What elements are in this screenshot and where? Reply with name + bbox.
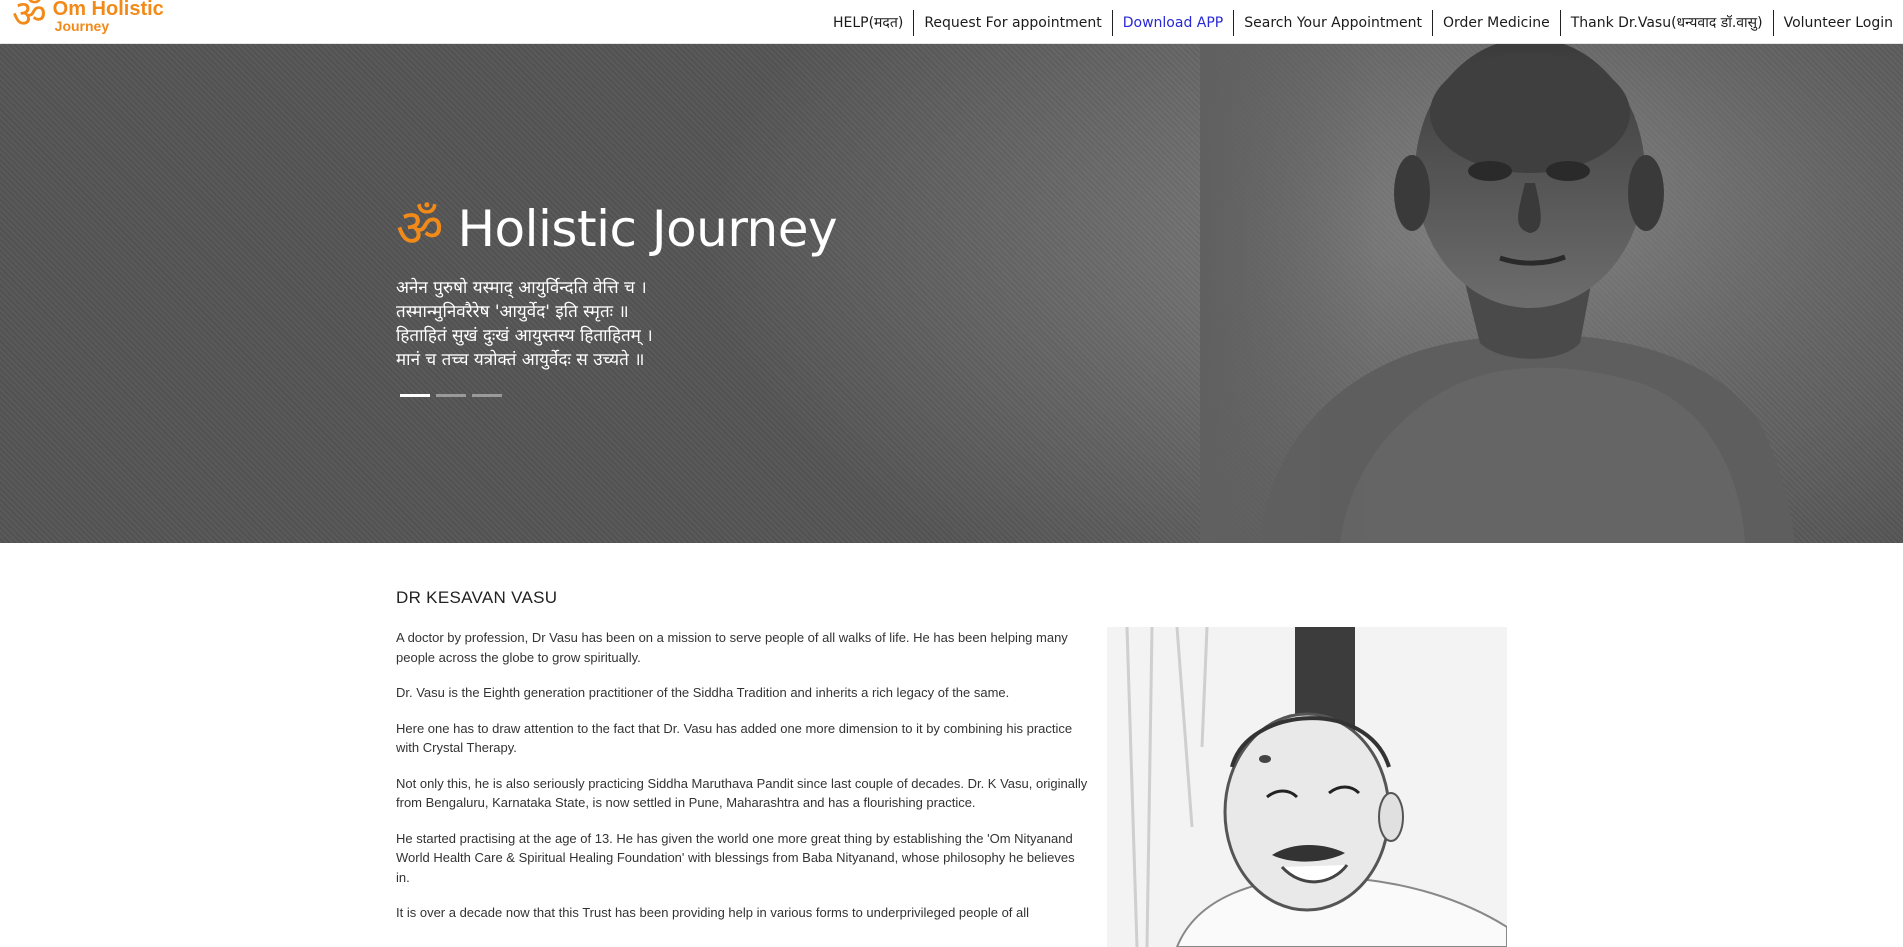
logo-line-2: Journey <box>54 18 110 34</box>
om-logo-icon: ॐ <box>12 0 47 36</box>
slide-indicator-1[interactable] <box>400 394 430 397</box>
bio-paragraph: Here one has to draw attention to the fa… <box>396 720 1073 756</box>
nav-order-medicine[interactable]: Order Medicine <box>1431 10 1560 36</box>
nav-help[interactable]: HELP(मदत) <box>823 10 913 36</box>
slide-indicator-3[interactable] <box>472 394 502 397</box>
logo-line-1: Om Holistic <box>52 0 164 20</box>
guru-portrait-image <box>1200 43 1903 543</box>
verse-line: हिताहितं सुखं दुःखं आयुस्तस्य हिताहितम् … <box>396 326 653 346</box>
bio-paragraph: Not only this, he is also seriously prac… <box>396 775 1088 811</box>
hero-title-text: Holistic Journey <box>457 200 838 258</box>
logo-text: Om Holistic Journey <box>53 0 164 33</box>
hero-title: ॐ Holistic Journey <box>396 199 838 259</box>
section-heading: DR KESAVAN VASU <box>396 588 558 607</box>
sanskrit-verse: अनेन पुरुषो यस्माद् आयुर्विन्दति वेत्ति … <box>396 276 653 372</box>
bio-text: A doctor by profession, Dr Vasu has been… <box>396 628 1091 939</box>
slide-indicator-2[interactable] <box>436 394 466 397</box>
nav-thank-dr-vasu[interactable]: Thank Dr.Vasu(धन्यवाद डॉ.वासु) <box>1559 10 1773 36</box>
bio-paragraph: Dr. Vasu is the Eighth generation practi… <box>396 685 1010 700</box>
nav-volunteer-login[interactable]: Volunteer Login <box>1772 10 1903 36</box>
dr-vasu-photo <box>1107 627 1507 947</box>
nav-request-appointment[interactable]: Request For appointment <box>913 10 1111 36</box>
bio-paragraph: It is over a decade now that this Trust … <box>396 905 1030 920</box>
verse-line: अनेन पुरुषो यस्माद् आयुर्विन्दति वेत्ति … <box>396 278 647 298</box>
bio-paragraph: He started practising at the age of 13. … <box>396 830 1075 885</box>
hero-slider: ॐ Holistic Journey अनेन पुरुषो यस्माद् आ… <box>0 43 1903 543</box>
main-nav: HELP(मदत) Request For appointment Downlo… <box>823 10 1903 36</box>
verse-line: मानं च तच्च यत्रोक्तं आयुर्वेदः स उच्यते… <box>396 350 645 370</box>
om-icon: ॐ <box>396 199 444 259</box>
slider-indicators <box>400 394 502 397</box>
top-navbar: ॐ Om Holistic Journey HELP(मदत) Request … <box>0 0 1903 44</box>
nav-search-appointment[interactable]: Search Your Appointment <box>1233 10 1432 36</box>
verse-line: तस्मान्मुनिवरैरेष 'आयुर्वेद' इति स्मृतः … <box>396 302 629 322</box>
bio-paragraph: A doctor by profession, Dr Vasu has been… <box>396 630 1068 665</box>
about-section: DR KESAVAN VASU A doctor by profession, … <box>396 588 1507 947</box>
nav-download-app[interactable]: Download APP <box>1111 10 1234 36</box>
site-logo[interactable]: ॐ Om Holistic Journey <box>12 0 164 40</box>
